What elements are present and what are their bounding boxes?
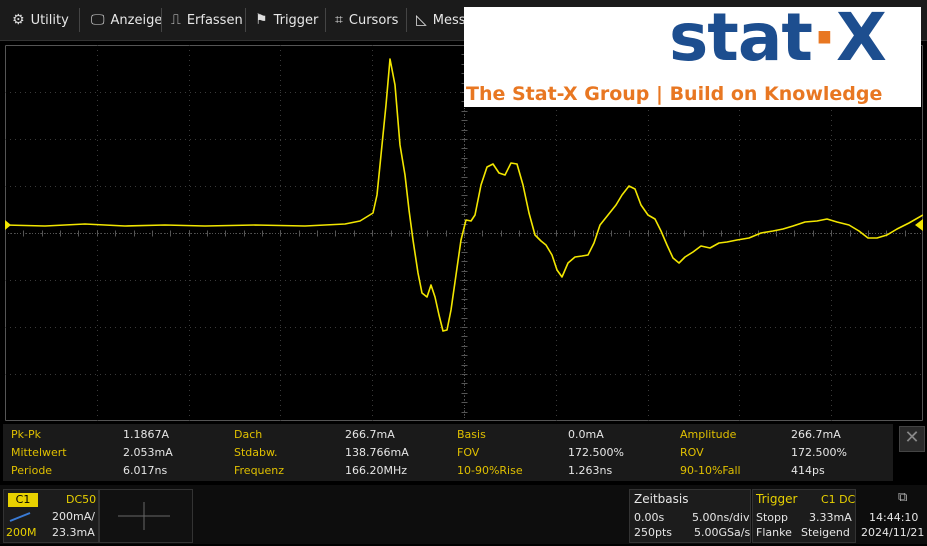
menu-utility-label: Utility bbox=[30, 12, 69, 28]
channel-scale: 200mA/ bbox=[52, 510, 95, 523]
measure-value: 166.20MHz bbox=[345, 464, 408, 477]
measure-value: 2.053mA bbox=[123, 446, 173, 459]
measure-label: ROV bbox=[680, 446, 704, 459]
measure-value: 0.0mA bbox=[568, 428, 604, 441]
trigger-title: Trigger bbox=[756, 492, 798, 506]
close-icon: ✕ bbox=[904, 427, 920, 448]
menu-acquire-label: Erfassen bbox=[186, 12, 243, 28]
measure-label: 90-10%Fall bbox=[680, 464, 741, 477]
close-measurements-button[interactable]: ✕ bbox=[899, 426, 925, 452]
measure-value: 266.7mA bbox=[345, 428, 395, 441]
measure-value: 266.7mA bbox=[791, 428, 841, 441]
menu-acquire[interactable]: ⎍ Erfassen bbox=[171, 0, 243, 40]
trigger-panel[interactable]: Trigger C1 DC Stopp 3.33mA Flanke Steige… bbox=[752, 489, 856, 543]
channel-coupling: DC50 bbox=[66, 493, 97, 506]
measure-label: Basis bbox=[457, 428, 486, 441]
menu-cursors-label: Cursors bbox=[348, 12, 399, 28]
clock-date: 2024/11/21 bbox=[861, 526, 925, 539]
channel-tag: C1 bbox=[8, 493, 38, 507]
crosshair-icon: ⌗ bbox=[335, 12, 343, 28]
probe-icon bbox=[9, 512, 31, 522]
menu-trigger-label: Trigger bbox=[273, 12, 319, 28]
timebase-panel[interactable]: Zeitbasis 0.00s 5.00ns/div 250pts 5.00GS… bbox=[629, 489, 751, 543]
channel-offset: 23.3mA bbox=[52, 526, 95, 539]
menu-cursors[interactable]: ⌗ Cursors bbox=[335, 0, 398, 40]
channel-1-panel[interactable]: C1 DC50 200mA/ 200M 23.3mA bbox=[3, 489, 99, 543]
measure-value: 138.766mA bbox=[345, 446, 409, 459]
measure-value: 172.500% bbox=[568, 446, 624, 459]
menu-divider bbox=[79, 8, 80, 32]
trigger-slope: Steigend bbox=[801, 526, 850, 539]
add-channel-area[interactable] bbox=[99, 489, 193, 543]
menu-divider bbox=[325, 8, 326, 32]
measure-value: 1.1867A bbox=[123, 428, 170, 441]
clock-time: 14:44:10 bbox=[869, 511, 919, 524]
menu-divider bbox=[245, 8, 246, 32]
trigger-state: Stopp bbox=[756, 511, 788, 524]
measure-value: 1.263ns bbox=[568, 464, 613, 477]
clock-panel: ⧉ 14:44:10 2024/11/21 bbox=[857, 489, 926, 543]
menu-display-label: Anzeige bbox=[110, 12, 163, 28]
monitor-icon: 🖵 bbox=[91, 12, 105, 28]
acquire-icon: ⎍ bbox=[171, 12, 181, 28]
ruler-icon: ◺ bbox=[416, 12, 427, 28]
channel-bandwidth: 200M bbox=[6, 526, 37, 539]
network-icon[interactable]: ⧉ bbox=[898, 490, 907, 505]
trigger-level: 3.33mA bbox=[809, 511, 852, 524]
measure-label: FOV bbox=[457, 446, 480, 459]
timebase-delay: 0.00s bbox=[634, 511, 665, 524]
measure-label: Dach bbox=[234, 428, 263, 441]
stat-x-logo: stat·X The Stat-X Group | Build on Knowl… bbox=[464, 0, 921, 107]
menu-trigger[interactable]: ⚑ Trigger bbox=[255, 0, 318, 40]
logo-tagline: The Stat-X Group | Build on Knowledge bbox=[466, 83, 883, 105]
timebase-points: 250pts bbox=[634, 526, 673, 539]
measure-value: 6.017ns bbox=[123, 464, 168, 477]
timebase-scale: 5.00ns/div bbox=[692, 511, 750, 524]
measure-label: Stdabw. bbox=[234, 446, 278, 459]
gear-icon: ⚙ bbox=[12, 12, 25, 28]
timebase-title: Zeitbasis bbox=[634, 492, 689, 506]
menu-divider bbox=[161, 8, 162, 32]
menu-divider bbox=[406, 8, 407, 32]
measurement-panel: Pk-Pk 1.1867A Dach 266.7mA Basis 0.0mA A… bbox=[3, 424, 893, 481]
trigger-source: C1 DC bbox=[821, 493, 856, 506]
measure-label: Mittelwert bbox=[11, 446, 67, 459]
measure-value: 172.500% bbox=[791, 446, 847, 459]
logo-wordmark: stat·X bbox=[669, 0, 887, 76]
trigger-type: Flanke bbox=[756, 526, 792, 539]
measure-label: Pk-Pk bbox=[11, 428, 41, 441]
timebase-sample-rate: 5.00GSa/s bbox=[694, 526, 751, 539]
flag-icon: ⚑ bbox=[255, 12, 268, 28]
trigger-level-marker[interactable] bbox=[915, 219, 923, 231]
measure-label: Amplitude bbox=[680, 428, 737, 441]
measure-label: Periode bbox=[11, 464, 53, 477]
measure-value: 414ps bbox=[791, 464, 825, 477]
crosshair-icon bbox=[118, 502, 170, 530]
measure-label: 10-90%Rise bbox=[457, 464, 523, 477]
menu-utility[interactable]: ⚙ Utility bbox=[12, 0, 69, 40]
measure-label: Frequenz bbox=[234, 464, 285, 477]
menu-display[interactable]: 🖵 Anzeige bbox=[91, 0, 162, 40]
